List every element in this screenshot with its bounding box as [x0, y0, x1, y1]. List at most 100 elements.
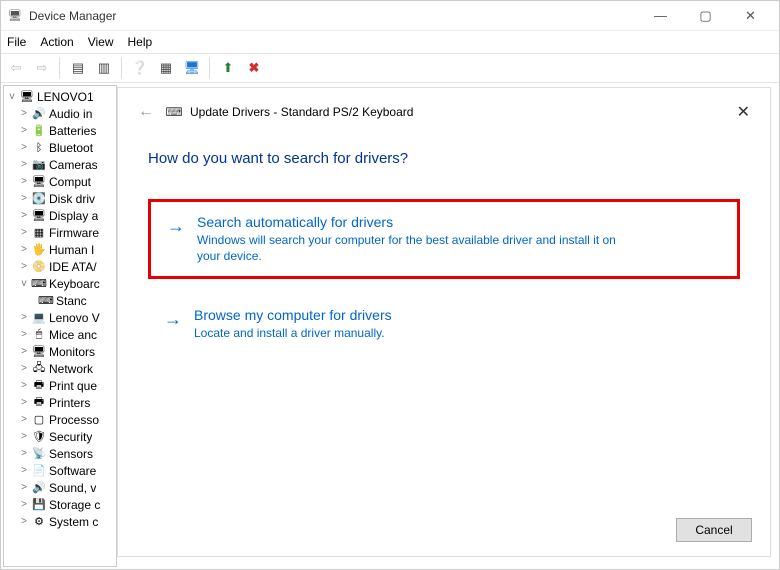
device-category-icon: 💻 [31, 311, 47, 325]
tree-item[interactable]: >🔊Audio in [4, 105, 116, 122]
minimize-button[interactable]: — [638, 2, 683, 30]
tree-item[interactable]: >🖶Print que [4, 377, 116, 394]
tree-item[interactable]: >📷Cameras [4, 156, 116, 173]
tree-item[interactable]: >🖥Monitors [4, 343, 116, 360]
expand-icon[interactable]: > [18, 346, 30, 358]
tree-item[interactable]: >🖥Display a [4, 207, 116, 224]
cancel-button[interactable]: Cancel [676, 518, 752, 542]
tree-item-label: Display a [49, 209, 98, 223]
expand-icon[interactable]: > [18, 363, 30, 375]
device-category-icon: 📷 [31, 158, 47, 172]
tree-item[interactable]: >📡Sensors [4, 445, 116, 462]
menubar: File Action View Help [1, 31, 779, 53]
back-icon[interactable]: ⇦ [5, 57, 27, 79]
device-category-icon: 🖶 [31, 379, 47, 393]
tree-item[interactable]: >ᛒBluetoot [4, 139, 116, 156]
expand-icon[interactable]: > [18, 448, 30, 460]
tree-item[interactable]: >🖶Printers [4, 394, 116, 411]
uninstall-icon[interactable]: ✖ [243, 57, 265, 79]
update-driver-icon[interactable]: ⬆ [217, 57, 239, 79]
device-category-icon: ▢ [31, 413, 47, 427]
toolbar-separator [209, 57, 211, 79]
expand-icon[interactable]: > [18, 193, 30, 205]
help-icon[interactable]: ❔ [129, 57, 151, 79]
tree-item-label: Human I [49, 243, 94, 257]
dialog-close-icon[interactable]: ✕ [737, 102, 750, 122]
device-category-icon: 📀 [31, 260, 47, 274]
maximize-button[interactable]: ▢ [683, 2, 728, 30]
expand-icon[interactable]: > [18, 142, 30, 154]
expand-icon[interactable]: > [18, 244, 30, 256]
device-category-icon: 🖥 [31, 175, 47, 189]
option-title: Search automatically for drivers [197, 214, 637, 230]
option-browse-computer[interactable]: → Browse my computer for drivers Locate … [148, 295, 740, 353]
expand-icon[interactable]: > [18, 261, 30, 273]
expand-icon[interactable]: > [18, 312, 30, 324]
tree-item[interactable]: >⚙System c [4, 513, 116, 530]
toolbar-separator [59, 57, 61, 79]
device-tree[interactable]: v🖥LENOVO1>🔊Audio in>🔋Batteries>ᛒBluetoot… [3, 85, 117, 567]
tree-item-label: Monitors [49, 345, 95, 359]
tree-item[interactable]: >🖱Mice anc [4, 326, 116, 343]
menu-action[interactable]: Action [40, 35, 73, 49]
expand-icon[interactable]: > [18, 125, 30, 137]
expand-icon[interactable]: > [18, 210, 30, 222]
close-button[interactable]: ✕ [728, 2, 773, 30]
update-drivers-dialog: ✕ ← ⌨ Update Drivers - Standard PS/2 Key… [117, 87, 771, 557]
tree-item[interactable]: >💾Storage c [4, 496, 116, 513]
tree-item-label: Processo [49, 413, 99, 427]
tree-item[interactable]: >🛡Security [4, 428, 116, 445]
tree-item[interactable]: >🖧Network [4, 360, 116, 377]
tree-item-label: Printers [49, 396, 90, 410]
tree-item[interactable]: >🖐Human I [4, 241, 116, 258]
toolbar-icon[interactable]: ▦ [155, 57, 177, 79]
tree-item[interactable]: >▦Firmware [4, 224, 116, 241]
tree-item[interactable]: >🔋Batteries [4, 122, 116, 139]
expand-icon[interactable]: > [18, 380, 30, 392]
collapse-icon[interactable]: v [6, 91, 18, 103]
properties-icon[interactable]: ▥ [93, 57, 115, 79]
tree-item[interactable]: ⌨Stanc [4, 292, 116, 309]
menu-view[interactable]: View [88, 35, 114, 49]
dialog-back-icon[interactable]: ← [136, 102, 156, 122]
forward-icon[interactable]: ⇨ [31, 57, 53, 79]
menu-file[interactable]: File [7, 35, 26, 49]
expand-icon[interactable]: v [18, 278, 30, 290]
expand-icon[interactable]: > [18, 176, 30, 188]
device-category-icon: 💽 [31, 192, 47, 206]
expand-icon[interactable]: > [18, 516, 30, 528]
tree-item[interactable]: >▢Processo [4, 411, 116, 428]
device-category-icon: 🔊 [31, 481, 47, 495]
device-category-icon: 🔊 [31, 107, 47, 121]
expand-icon[interactable]: > [18, 465, 30, 477]
menu-help[interactable]: Help [128, 35, 153, 49]
expand-icon[interactable]: > [18, 108, 30, 120]
tree-item[interactable]: >💽Disk driv [4, 190, 116, 207]
expand-icon[interactable]: > [18, 414, 30, 426]
device-category-icon: ᛒ [31, 141, 47, 155]
arrow-right-icon: → [167, 216, 185, 237]
expand-icon[interactable]: > [18, 431, 30, 443]
tree-item[interactable]: >💻Lenovo V [4, 309, 116, 326]
tree-item[interactable]: v⌨Keyboarc [4, 275, 116, 292]
tree-item-label: Lenovo V [49, 311, 100, 325]
expand-icon[interactable]: > [18, 397, 30, 409]
option-search-automatically[interactable]: → Search automatically for drivers Windo… [148, 199, 740, 279]
tree-root[interactable]: v🖥LENOVO1 [4, 88, 116, 105]
device-category-icon: 📄 [31, 464, 47, 478]
tree-item-label: Mice anc [49, 328, 97, 342]
tree-item[interactable]: >🖥Comput [4, 173, 116, 190]
device-category-icon: 🔋 [31, 124, 47, 138]
expand-icon[interactable]: > [18, 499, 30, 511]
expand-icon[interactable]: > [18, 329, 30, 341]
tree-item[interactable]: >📀IDE ATA/ [4, 258, 116, 275]
show-hidden-icon[interactable]: ▤ [67, 57, 89, 79]
app-icon: 🖥 [7, 8, 23, 24]
expand-icon[interactable]: > [18, 159, 30, 171]
tree-item[interactable]: >📄Software [4, 462, 116, 479]
expand-icon[interactable]: > [18, 227, 30, 239]
device-category-icon: 🖐 [31, 243, 47, 257]
tree-item[interactable]: >🔊Sound, v [4, 479, 116, 496]
scan-hardware-icon[interactable]: 🖥 [181, 57, 203, 79]
expand-icon[interactable]: > [18, 482, 30, 494]
